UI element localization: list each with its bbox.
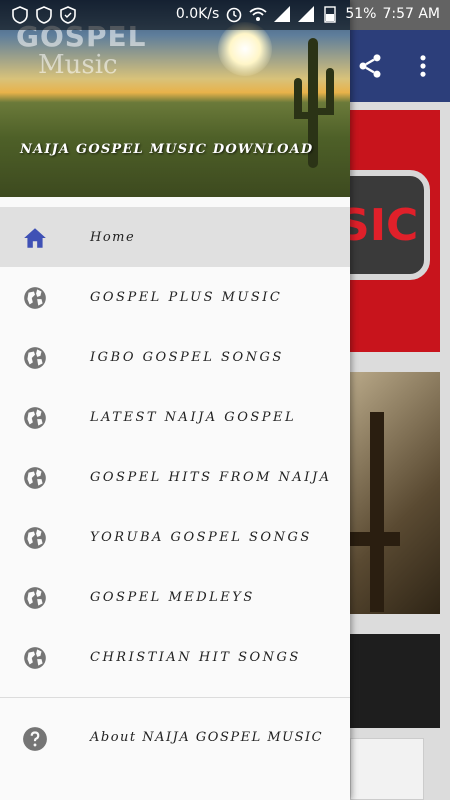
shield-icon	[36, 6, 52, 24]
globe-icon	[24, 467, 46, 489]
menu-item-latest-naija-gospel[interactable]: LATEST NAIJA GOSPEL	[0, 387, 350, 447]
shield-icon	[12, 6, 28, 24]
menu-item-label: GOSPEL HITS FROM NAIJA	[90, 469, 332, 485]
menu-item-gospel-hits-from-naija[interactable]: GOSPEL HITS FROM NAIJA	[0, 447, 350, 507]
menu-item-gospel-medleys[interactable]: GOSPEL MEDLEYS	[0, 567, 350, 627]
signal-icon	[298, 6, 315, 22]
music-logo: SIC	[350, 170, 430, 280]
shield-icon	[60, 6, 76, 24]
content-card[interactable]: SIC	[350, 110, 440, 352]
clock: 7:57 AM	[382, 6, 440, 22]
card-logo-text: SIC	[350, 200, 419, 251]
menu-item-label: LATEST NAIJA GOSPEL	[90, 409, 297, 425]
help-icon	[23, 727, 47, 751]
wifi-icon	[249, 7, 267, 21]
menu-item-label: IGBO GOSPEL SONGS	[90, 349, 284, 365]
globe-icon	[24, 527, 46, 549]
menu-divider	[0, 697, 350, 698]
home-icon	[24, 228, 46, 248]
app-title: NAIJA GOSPEL MUSIC DOWNLOAD	[20, 142, 314, 157]
content-card[interactable]	[350, 634, 440, 728]
navigation-drawer: GOSPEL Music NAIJA GOSPEL MUSIC DOWNLOAD…	[0, 0, 350, 800]
content-card[interactable]	[350, 372, 440, 614]
globe-icon	[24, 347, 46, 369]
sun-image	[218, 22, 272, 76]
menu-item-christian-hit-songs[interactable]: CHRISTIAN HIT SONGS	[0, 627, 350, 687]
menu-item-label: CHRISTIAN HIT SONGS	[90, 649, 301, 665]
globe-icon	[24, 407, 46, 429]
menu-item-label: GOSPEL PLUS MUSIC	[90, 289, 283, 305]
battery-icon	[324, 6, 337, 23]
menu-item-label: GOSPEL MEDLEYS	[90, 589, 255, 605]
battery-level: 51%	[345, 6, 377, 22]
globe-icon	[24, 287, 46, 309]
alarm-icon	[227, 7, 242, 23]
drawer-menu: Home GOSPEL PLUS MUSIC IGBO GOSPEL SONGS…	[0, 207, 350, 687]
menu-item-label: YORUBA GOSPEL SONGS	[90, 529, 312, 545]
status-bar: 0.0K/s 51% 7:57 AM	[0, 0, 450, 30]
menu-item-yoruba-gospel-songs[interactable]: YORUBA GOSPEL SONGS	[0, 507, 350, 567]
share-icon[interactable]	[356, 52, 384, 80]
globe-icon	[24, 647, 46, 669]
menu-item-igbo-gospel-songs[interactable]: IGBO GOSPEL SONGS	[0, 327, 350, 387]
globe-icon	[24, 587, 46, 609]
about-label: About NAIJA GOSPEL MUSIC	[90, 730, 324, 745]
content-card[interactable]	[350, 738, 424, 800]
more-options-icon[interactable]	[414, 52, 432, 80]
menu-item-label: Home	[90, 229, 136, 245]
menu-item-gospel-plus-music[interactable]: GOSPEL PLUS MUSIC	[0, 267, 350, 327]
menu-item-about[interactable]: About NAIJA GOSPEL MUSIC	[0, 708, 350, 768]
signal-icon	[274, 6, 291, 22]
header-logo-subtext: Music	[38, 50, 118, 80]
network-speed: 0.0K/s	[175, 6, 220, 22]
cross-image	[370, 412, 384, 612]
menu-item-home[interactable]: Home	[0, 207, 350, 267]
